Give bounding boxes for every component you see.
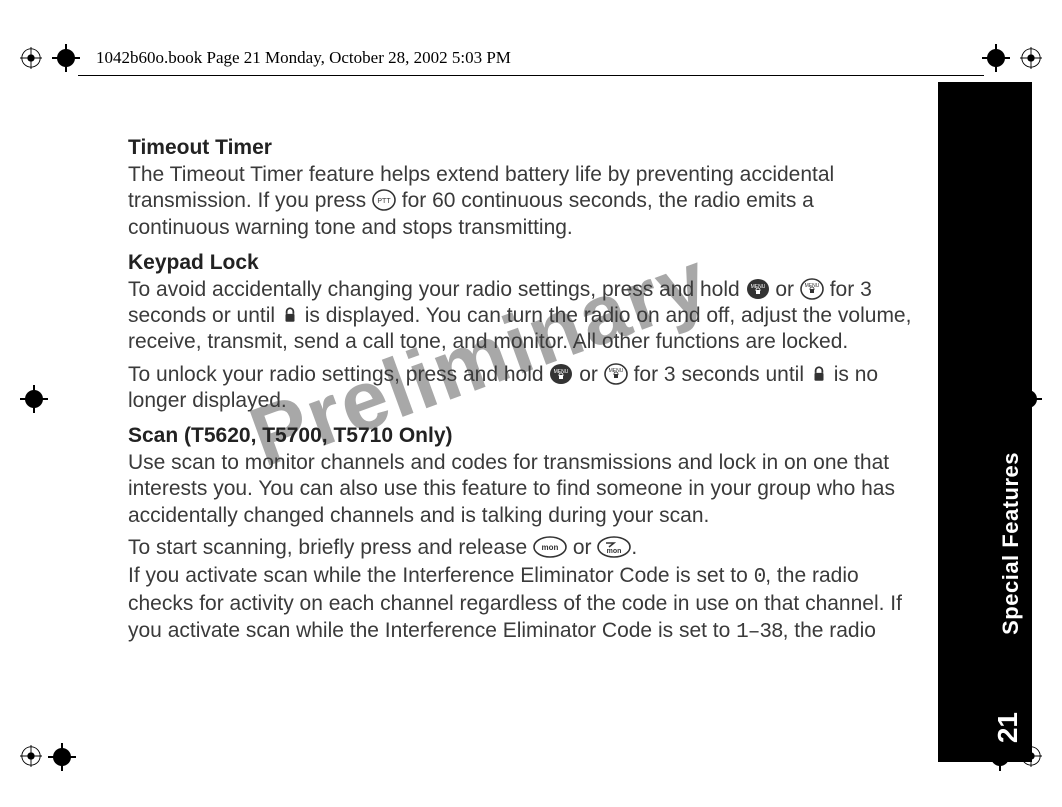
svg-text:MENU: MENU xyxy=(554,369,569,375)
crop-mark-icon xyxy=(52,44,80,72)
section-keypad-lock: Keypad Lock To avoid accidentally changi… xyxy=(128,251,918,414)
heading-timeout-timer: Timeout Timer xyxy=(128,136,918,160)
crop-mark-icon xyxy=(48,743,76,771)
menu-lock-button-solid-icon: MENU xyxy=(746,278,770,300)
heading-keypad-lock: Keypad Lock xyxy=(128,251,918,275)
header-file-info: 1042b60o.book Page 21 Monday, October 28… xyxy=(96,48,511,68)
paragraph: Use scan to monitor channels and codes f… xyxy=(128,450,918,529)
lock-icon xyxy=(281,306,299,324)
header-bar: 1042b60o.book Page 21 Monday, October 28… xyxy=(20,44,1042,72)
paragraph: The Timeout Timer feature helps extend b… xyxy=(128,162,918,241)
scan-mon-button-icon: mon xyxy=(597,536,631,558)
register-mark-icon xyxy=(1020,47,1042,69)
svg-text:MENU: MENU xyxy=(805,283,820,289)
section-tab-label: Special Features xyxy=(998,452,1024,635)
svg-text:MENU: MENU xyxy=(608,368,623,374)
text: If you activate scan while the Interfere… xyxy=(128,564,754,587)
text: or xyxy=(567,536,597,559)
menu-lock-button-outline-icon: MENU xyxy=(604,363,628,385)
crop-mark-icon xyxy=(20,385,48,413)
menu-lock-button-solid-icon: MENU xyxy=(549,363,573,385)
page: 1042b60o.book Page 21 Monday, October 28… xyxy=(0,0,1062,807)
svg-text:mon: mon xyxy=(542,543,559,552)
heading-scan: Scan (T5620, T5700, T5710 Only) xyxy=(128,424,918,448)
text: or xyxy=(770,278,800,301)
svg-text:mon: mon xyxy=(607,548,622,555)
crop-mark-icon xyxy=(982,44,1010,72)
paragraph: To avoid accidentally changing your radi… xyxy=(128,277,918,356)
svg-text:PTT: PTT xyxy=(377,198,391,205)
text: , the radio xyxy=(783,619,876,642)
text: or xyxy=(573,363,603,386)
body-content: Timeout Timer The Timeout Timer feature … xyxy=(128,126,918,656)
menu-lock-button-outline-icon: MENU xyxy=(800,278,824,300)
lock-icon xyxy=(810,365,828,383)
header-rule xyxy=(78,75,984,76)
paragraph: To unlock your radio settings, press and… xyxy=(128,362,918,415)
svg-text:MENU: MENU xyxy=(750,284,765,290)
section-timeout-timer: Timeout Timer The Timeout Timer feature … xyxy=(128,136,918,241)
text: . xyxy=(631,536,637,559)
section-scan: Scan (T5620, T5700, T5710 Only) Use scan… xyxy=(128,424,918,646)
page-number: 21 xyxy=(992,712,1024,743)
code-zero: 0 xyxy=(754,566,766,589)
text: To unlock your radio settings, press and… xyxy=(128,363,549,386)
paragraph: To start scanning, briefly press and rel… xyxy=(128,535,918,561)
register-mark-icon xyxy=(20,745,42,767)
text: To start scanning, briefly press and rel… xyxy=(128,536,533,559)
section-tab: Special Features 21 xyxy=(938,82,1032,762)
text: To avoid accidentally changing your radi… xyxy=(128,278,746,301)
ptt-button-icon: PTT xyxy=(372,189,396,211)
code-range: 1–38 xyxy=(736,621,782,644)
register-mark-icon xyxy=(20,47,42,69)
paragraph: If you activate scan while the Interfere… xyxy=(128,563,918,646)
text: for 3 seconds until xyxy=(628,363,810,386)
mon-button-icon: mon xyxy=(533,536,567,558)
